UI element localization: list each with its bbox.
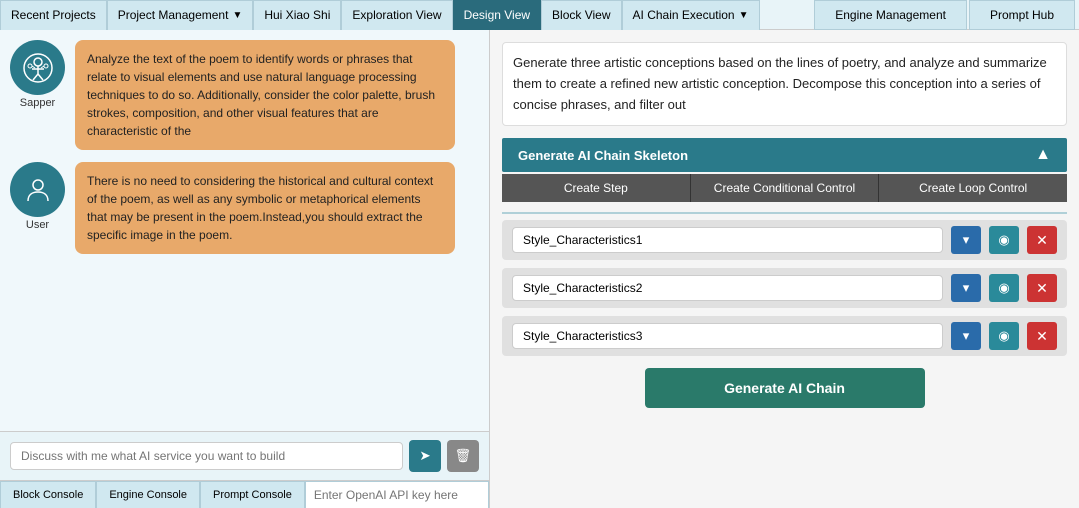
tab-design-view[interactable]: Design View <box>453 0 541 30</box>
step-arrow-down-3[interactable]: ▾ <box>951 322 981 350</box>
delete-button[interactable]: 🗑 <box>447 440 479 472</box>
message-row: Sapper Analyze the text of the poem to i… <box>10 40 479 150</box>
generate-ai-chain-button[interactable]: Generate AI Chain <box>645 368 925 408</box>
x-icon-2: ✕ <box>1036 280 1048 297</box>
tab-recent-projects[interactable]: Recent Projects <box>0 0 107 30</box>
api-key-input[interactable] <box>305 481 489 508</box>
arrow-down-icon-2: ▾ <box>963 280 970 296</box>
right-content: Generate three artistic conceptions base… <box>490 30 1079 508</box>
left-panel: Sapper Analyze the text of the poem to i… <box>0 30 490 508</box>
step-delete-3[interactable]: ✕ <box>1027 322 1057 350</box>
chat-messages: Sapper Analyze the text of the poem to i… <box>0 30 489 431</box>
main-area: Sapper Analyze the text of the poem to i… <box>0 30 1079 508</box>
step-controls: Create Step Create Conditional Control C… <box>502 174 1067 202</box>
arrow-down-icon: ▾ <box>963 232 970 248</box>
message-row-user: User There is no need to considering the… <box>10 162 479 254</box>
step-arrow-down-2[interactable]: ▾ <box>951 274 981 302</box>
x-icon-3: ✕ <box>1036 328 1048 345</box>
eye-icon-3: ◉ <box>998 328 1009 344</box>
create-loop-button[interactable]: Create Loop Control <box>879 174 1067 202</box>
step-row-2: ▾ ◉ ✕ <box>502 268 1067 308</box>
avatar <box>10 40 65 95</box>
engine-console-tab[interactable]: Engine Console <box>96 481 200 508</box>
chevron-down-icon-2: ▼ <box>739 10 749 21</box>
eye-icon: ◉ <box>998 232 1009 248</box>
tab-prompt-hub[interactable]: Prompt Hub <box>969 0 1075 30</box>
send-icon: ➤ <box>419 448 430 464</box>
tab-block-view[interactable]: Block View <box>541 0 621 30</box>
step-eye-3[interactable]: ◉ <box>989 322 1019 350</box>
nav-left: Recent Projects Project Management ▼ Hui… <box>0 0 814 30</box>
step-arrow-down-1[interactable]: ▾ <box>951 226 981 254</box>
arrow-down-icon-3: ▾ <box>963 328 970 344</box>
user-label: User <box>26 219 49 231</box>
skeleton-title: Generate AI Chain Skeleton <box>518 148 688 163</box>
skeleton-header: Generate AI Chain Skeleton ▲ <box>502 138 1067 172</box>
tab-engine-management[interactable]: Engine Management <box>814 0 967 30</box>
send-button[interactable]: ➤ <box>409 440 441 472</box>
trash-icon: 🗑 <box>455 448 472 464</box>
divider <box>502 212 1067 214</box>
chevron-down-icon: ▼ <box>232 10 242 21</box>
step-row-1: ▾ ◉ ✕ <box>502 220 1067 260</box>
chat-input[interactable] <box>10 442 403 470</box>
tab-exploration-view[interactable]: Exploration View <box>341 0 452 30</box>
tab-hui-xiao-shi[interactable]: Hui Xiao Shi <box>253 0 341 30</box>
create-step-button[interactable]: Create Step <box>502 174 691 202</box>
step-input-2[interactable] <box>512 275 943 301</box>
step-eye-2[interactable]: ◉ <box>989 274 1019 302</box>
step-delete-1[interactable]: ✕ <box>1027 226 1057 254</box>
user-avatar-col: User <box>10 162 65 231</box>
block-console-tab[interactable]: Block Console <box>0 481 96 508</box>
chevron-up-icon[interactable]: ▲ <box>1035 146 1051 164</box>
step-eye-1[interactable]: ◉ <box>989 226 1019 254</box>
message-bubble-user: There is no need to considering the hist… <box>75 162 455 254</box>
sapper-avatar-col: Sapper <box>10 40 65 109</box>
nav-right: Engine Management Prompt Hub <box>814 0 1079 30</box>
user-avatar <box>10 162 65 217</box>
step-row-3: ▾ ◉ ✕ <box>502 316 1067 356</box>
step-input-1[interactable] <box>512 227 943 253</box>
tab-project-management[interactable]: Project Management ▼ <box>107 0 254 30</box>
step-delete-2[interactable]: ✕ <box>1027 274 1057 302</box>
create-conditional-button[interactable]: Create Conditional Control <box>691 174 880 202</box>
x-icon: ✕ <box>1036 232 1048 249</box>
sapper-label: Sapper <box>20 97 55 109</box>
chat-input-area: ➤ 🗑 <box>0 431 489 480</box>
eye-icon-2: ◉ <box>998 280 1009 296</box>
message-bubble-sapper: Analyze the text of the poem to identify… <box>75 40 455 150</box>
top-navigation: Recent Projects Project Management ▼ Hui… <box>0 0 1079 30</box>
prompt-console-tab[interactable]: Prompt Console <box>200 481 305 508</box>
right-panel: Generate three artistic conceptions base… <box>490 30 1079 508</box>
step-input-3[interactable] <box>512 323 943 349</box>
tab-ai-chain-execution[interactable]: AI Chain Execution ▼ <box>622 0 760 30</box>
description-text: Generate three artistic conceptions base… <box>502 42 1067 126</box>
console-bar: Block Console Engine Console Prompt Cons… <box>0 480 489 508</box>
